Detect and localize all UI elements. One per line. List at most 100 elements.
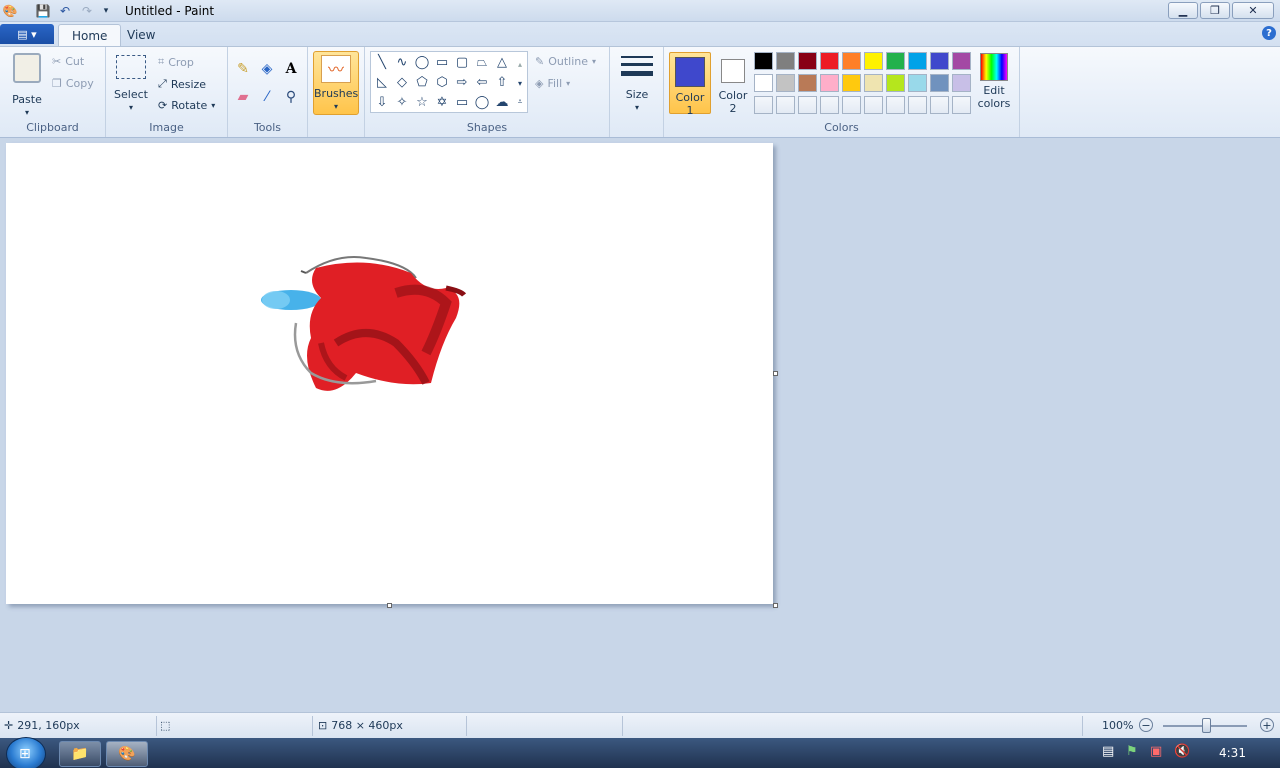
palette-swatch[interactable] <box>798 74 817 92</box>
shapes-scroll-down-icon[interactable]: ▾ <box>513 73 527 93</box>
drawing-canvas[interactable] <box>6 143 773 604</box>
color-picker-icon[interactable]: ⁄ <box>256 87 278 107</box>
custom-color-slot[interactable] <box>754 96 773 114</box>
size-button[interactable]: Size ▾ <box>618 53 656 114</box>
tab-view[interactable]: View <box>114 24 168 46</box>
palette-swatch[interactable] <box>754 52 773 70</box>
oval-callout-shape-icon[interactable]: ◯ <box>472 92 492 112</box>
rect-callout-shape-icon[interactable]: ▭ <box>452 92 472 112</box>
palette-swatch[interactable] <box>930 74 949 92</box>
palette-swatch[interactable] <box>842 74 861 92</box>
document-tray-icon[interactable]: ▤ <box>1102 744 1114 759</box>
down-arrow-shape-icon[interactable]: ⇩ <box>372 92 392 112</box>
undo-icon[interactable]: ↶ <box>57 3 73 19</box>
magnifier-icon[interactable]: ⚲ <box>280 87 302 107</box>
shapes-expand-icon[interactable]: ⩡ <box>513 92 527 112</box>
action-center-icon[interactable]: ⚑ <box>1126 744 1138 759</box>
diamond-shape-icon[interactable]: ◇ <box>392 72 412 92</box>
paste-button[interactable]: Paste ▾ <box>8 53 46 117</box>
left-arrow-shape-icon[interactable]: ⇦ <box>472 72 492 92</box>
palette-swatch[interactable] <box>886 52 905 70</box>
custom-color-slot[interactable] <box>908 96 927 114</box>
select-button[interactable]: Select ▾ <box>114 55 148 114</box>
palette-swatch[interactable] <box>930 52 949 70</box>
line-shape-icon[interactable]: ╲ <box>372 52 392 72</box>
triangle-shape-icon[interactable]: △ <box>492 52 512 72</box>
palette-swatch[interactable] <box>908 52 927 70</box>
explorer-taskbar-button[interactable]: 📁 <box>59 741 101 767</box>
palette-swatch[interactable] <box>952 52 971 70</box>
clock[interactable]: 4:31 <box>1219 746 1246 760</box>
cloud-callout-shape-icon[interactable]: ☁ <box>492 92 512 112</box>
palette-swatch[interactable] <box>886 74 905 92</box>
resize-button[interactable]: ⤢ Resize <box>158 77 206 91</box>
color1-button[interactable]: Color 1 <box>669 52 711 117</box>
network-icon[interactable]: ▣ <box>1150 744 1162 759</box>
redo-icon[interactable]: ↷ <box>79 3 95 19</box>
fill-bucket-icon[interactable]: ◈ <box>256 59 278 79</box>
customize-quick-access-icon[interactable]: ▾ <box>98 3 114 19</box>
pencil-icon[interactable]: ✎ <box>232 59 254 79</box>
palette-swatch[interactable] <box>842 52 861 70</box>
canvas-resize-handle-bottom[interactable] <box>387 603 392 608</box>
close-button[interactable]: ✕ <box>1232 2 1274 19</box>
right-triangle-shape-icon[interactable]: ◺ <box>372 72 392 92</box>
outline-button[interactable]: ✎ Outline ▾ <box>535 55 596 68</box>
help-icon[interactable]: ? <box>1262 26 1276 40</box>
custom-color-slot[interactable] <box>886 96 905 114</box>
save-icon[interactable]: 💾 <box>35 3 51 19</box>
palette-swatch[interactable] <box>754 74 773 92</box>
oval-shape-icon[interactable]: ◯ <box>412 52 432 72</box>
polygon-shape-icon[interactable]: ⏢ <box>472 52 492 72</box>
custom-color-slot[interactable] <box>842 96 861 114</box>
rectangle-shape-icon[interactable]: ▭ <box>432 52 452 72</box>
up-arrow-shape-icon[interactable]: ⇧ <box>492 72 512 92</box>
palette-swatch[interactable] <box>820 74 839 92</box>
curve-shape-icon[interactable]: ∿ <box>392 52 412 72</box>
paint-menu-button[interactable]: ▤ ▾ <box>0 24 54 44</box>
custom-color-slot[interactable] <box>952 96 971 114</box>
tab-home[interactable]: Home <box>58 24 122 46</box>
custom-color-slot[interactable] <box>820 96 839 114</box>
palette-swatch[interactable] <box>798 52 817 70</box>
right-arrow-shape-icon[interactable]: ⇨ <box>452 72 472 92</box>
volume-muted-icon[interactable]: 🔇 <box>1174 744 1190 759</box>
restore-button[interactable]: ❐ <box>1200 2 1230 19</box>
eraser-icon[interactable]: ▰ <box>232 87 254 107</box>
five-point-star-shape-icon[interactable]: ☆ <box>412 92 432 112</box>
crop-button[interactable]: ⌗ Crop <box>158 55 194 69</box>
minimize-button[interactable]: ▁ <box>1168 2 1198 19</box>
text-tool-icon[interactable]: A <box>280 59 302 79</box>
paint-taskbar-button[interactable]: 🎨 <box>106 741 148 767</box>
brushes-button[interactable]: 〰 Brushes ▾ <box>313 51 359 115</box>
four-point-star-shape-icon[interactable]: ✧ <box>392 92 412 112</box>
rounded-rectangle-shape-icon[interactable]: ▢ <box>452 52 472 72</box>
palette-swatch[interactable] <box>864 52 883 70</box>
custom-color-slot[interactable] <box>798 96 817 114</box>
edit-colors-button[interactable]: Edit colors <box>974 53 1014 110</box>
pentagon-shape-icon[interactable]: ⬠ <box>412 72 432 92</box>
canvas-resize-handle-right[interactable] <box>773 371 778 376</box>
shapes-scroll-up-icon[interactable]: ▴ <box>513 54 527 74</box>
paint-app-icon[interactable]: 🎨 <box>2 3 18 19</box>
fill-button[interactable]: ◈ Fill ▾ <box>535 77 570 90</box>
zoom-out-button[interactable]: − <box>1139 718 1153 732</box>
palette-swatch[interactable] <box>776 74 795 92</box>
copy-button[interactable]: ❐ Copy <box>52 77 94 90</box>
canvas-resize-handle-corner[interactable] <box>773 603 778 608</box>
custom-color-slot[interactable] <box>864 96 883 114</box>
color2-button[interactable]: Color 2 <box>712 52 754 115</box>
rotate-button[interactable]: ⟳ Rotate ▾ <box>158 99 215 112</box>
zoom-in-button[interactable]: + <box>1260 718 1274 732</box>
hexagon-shape-icon[interactable]: ⬡ <box>432 72 452 92</box>
zoom-slider-thumb[interactable] <box>1202 718 1211 733</box>
palette-swatch[interactable] <box>864 74 883 92</box>
custom-color-slot[interactable] <box>930 96 949 114</box>
palette-swatch[interactable] <box>776 52 795 70</box>
cut-button[interactable]: ✂ Cut <box>52 55 84 68</box>
palette-swatch[interactable] <box>908 74 927 92</box>
palette-swatch[interactable] <box>820 52 839 70</box>
palette-swatch[interactable] <box>952 74 971 92</box>
custom-color-slot[interactable] <box>776 96 795 114</box>
start-button[interactable]: ⊞ <box>6 737 46 768</box>
